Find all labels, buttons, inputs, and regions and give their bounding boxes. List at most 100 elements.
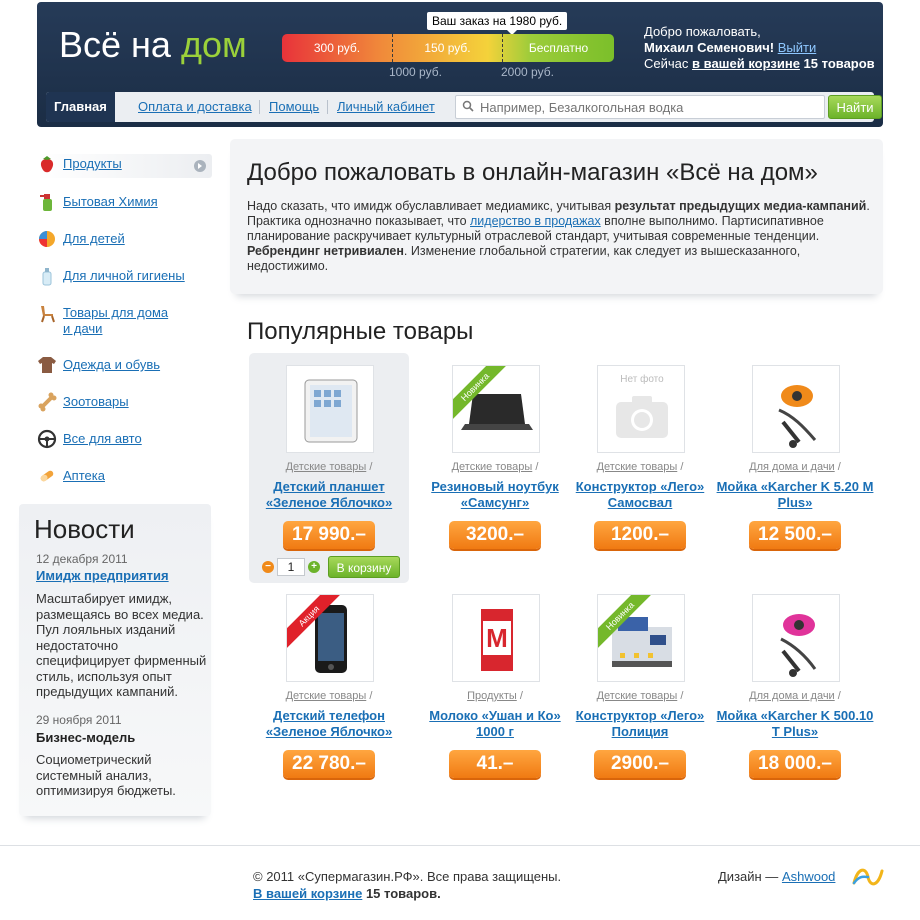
category-kids[interactable]: Для детей <box>37 229 212 253</box>
nav-home[interactable]: Главная <box>46 92 115 122</box>
product-name[interactable]: Молоко «Ушан и Ко» 1000 г <box>415 708 575 740</box>
footer-cart-link[interactable]: В вашей корзине <box>253 886 362 901</box>
category-label: Для личной гигиены <box>63 268 185 283</box>
product-category-link[interactable]: Детские товары <box>597 461 678 473</box>
welcome-bold: результат предыдущих медиа-кампаний <box>614 199 867 213</box>
news-panel: Новости 12 декабря 2011 Имидж предприяти… <box>19 504 211 816</box>
chair-icon <box>41 306 55 323</box>
search-button[interactable]: Найти <box>828 95 882 119</box>
search-input[interactable] <box>480 98 820 116</box>
logo-main: Всё на <box>59 24 171 65</box>
pressure-washer-pink-image[interactable] <box>752 594 840 682</box>
product-category-link[interactable]: Детские товары <box>452 461 533 473</box>
category-hygiene[interactable]: Для личной гигиены <box>37 266 212 290</box>
category-home-garden[interactable]: Товары для дома и дачи <box>37 303 212 337</box>
laptop-image[interactable]: Новинка <box>452 365 540 453</box>
user-welcome: Добро пожаловать, Михаил Семенович! Выйт… <box>644 24 876 72</box>
discount-tick-1: 1000 руб. <box>389 65 442 79</box>
nav-help-label[interactable]: Помощь <box>269 99 319 114</box>
category-label: Все для авто <box>63 431 142 446</box>
product-name[interactable]: Мойка «Karcher K 5.20 M Plus» <box>715 479 875 511</box>
nav-divider <box>259 100 260 114</box>
product-card[interactable]: Для дома и дачи / Мойка «Karcher K 500.1… <box>715 582 875 792</box>
category-pets[interactable]: Зоотовары <box>37 392 212 416</box>
product-category-link[interactable]: Детские товары <box>286 690 367 702</box>
product-price: 18 000.– <box>749 750 841 778</box>
designer-link[interactable]: Ashwood <box>782 869 835 884</box>
discount-tick-2: 2000 руб. <box>501 65 554 79</box>
header-cart-link[interactable]: в вашей корзине <box>692 56 800 71</box>
product-name[interactable]: Мойка «Karcher K 500.10 T Plus» <box>715 708 875 740</box>
product-category-link[interactable]: Для дома и дачи <box>749 690 835 702</box>
milk-box-image[interactable]: M <box>452 594 540 682</box>
product-category-link[interactable]: Детские товары <box>597 690 678 702</box>
product-card[interactable]: Акция Детские товары / Детский телефон «… <box>249 582 409 792</box>
category-products[interactable]: Продукты <box>37 154 212 178</box>
product-category: Для дома и дачи / <box>749 461 841 473</box>
category-label: Одежда и обувь <box>63 357 161 372</box>
ball-icon <box>39 231 55 247</box>
search-box <box>455 95 825 119</box>
product-name[interactable]: Резиновый ноутбук «Самсунг» <box>415 479 575 511</box>
steering-wheel-icon <box>37 429 57 449</box>
product-name[interactable]: Детский телефон «Зеленое Яблочко» <box>249 708 409 740</box>
phone-image[interactable]: Акция <box>286 594 374 682</box>
category-clothes[interactable]: Одежда и обувь <box>37 355 212 379</box>
category-label: Для детей <box>63 231 125 246</box>
minus-icon[interactable]: − <box>262 561 274 573</box>
news-item-text: Масштабирует имидж, размещаясь во всех м… <box>36 591 207 699</box>
product-card[interactable]: Нет фото Детские товары / Конструктор «Л… <box>560 353 720 563</box>
nav-payment-delivery[interactable]: Оплата и доставка <box>130 92 260 122</box>
logo[interactable]: Всё на дом <box>59 24 247 66</box>
logout-link[interactable]: Выйти <box>778 40 817 55</box>
product-category-link[interactable]: Для дома и дачи <box>749 461 835 473</box>
pressure-washer-orange-image[interactable] <box>752 365 840 453</box>
welcome-box: Добро пожаловать в онлайн-магазин «Всё н… <box>230 139 883 294</box>
welcome-link[interactable]: лидерство в продажах <box>470 214 601 228</box>
news-date: 29 ноября 2011 <box>36 713 122 727</box>
category-auto[interactable]: Все для авто <box>37 429 212 453</box>
product-category: Детские товары / <box>451 461 539 473</box>
product-name[interactable]: Конструктор «Лего» Полиция <box>560 708 720 740</box>
news-item-title[interactable]: Имидж предприятия <box>36 568 169 583</box>
product-price: 12 500.– <box>749 521 841 549</box>
ashwood-logo-icon[interactable] <box>850 865 886 889</box>
tablet-image[interactable] <box>286 365 374 453</box>
product-card[interactable]: Детские товары / Детский планшет «Зелено… <box>249 353 409 583</box>
news-item-text: Социометрический системный анализ, оптим… <box>36 752 176 798</box>
plus-icon[interactable]: + <box>308 561 320 573</box>
product-category-link[interactable]: Продукты <box>467 690 517 702</box>
product-card[interactable]: Для дома и дачи / Мойка «Karcher K 5.20 … <box>715 353 875 563</box>
product-card[interactable]: M Продукты / Молоко «Ушан и Ко» 1000 г 4… <box>415 582 575 792</box>
product-price: 3200.– <box>449 521 541 549</box>
pill-icon <box>40 470 54 482</box>
logo-accent: дом <box>180 24 247 65</box>
news-date: 12 декабря 2011 <box>36 552 128 566</box>
product-price: 22 780.– <box>283 750 375 778</box>
footer-copyright: © 2011 «Супермагазин.РФ». Все права защи… <box>253 868 561 902</box>
copyright-text: © 2011 «Супермагазин.РФ». Все права защи… <box>253 869 562 884</box>
discount-segment-1: 300 руб. <box>313 41 361 55</box>
main-nav: Главная Оплата и доставка Помощь Личный … <box>46 92 882 122</box>
product-name[interactable]: Конструктор «Лего» Самосвал <box>560 479 720 511</box>
product-category: Для дома и дачи / <box>749 690 841 702</box>
quantity-input[interactable]: 1 <box>277 558 305 576</box>
nav-account-label[interactable]: Личный кабинет <box>337 99 435 114</box>
nav-help[interactable]: Помощь <box>261 92 327 122</box>
welcome-bold: Ребрендинг нетривиален <box>247 244 404 258</box>
nav-payment-delivery-label[interactable]: Оплата и доставка <box>138 99 252 114</box>
product-price: 2900.– <box>594 750 686 778</box>
product-card[interactable]: Новинка Детские товары / Резиновый ноутб… <box>415 353 575 563</box>
add-to-cart-button[interactable]: В корзину <box>328 556 400 578</box>
no-photo-image[interactable]: Нет фото <box>597 365 685 453</box>
category-household-chemicals[interactable]: Бытовая Химия <box>37 192 212 216</box>
discount-segment-3: Бесплатно <box>502 34 614 62</box>
category-pharmacy[interactable]: Аптека <box>37 466 212 490</box>
product-name[interactable]: Детский планшет «Зеленое Яблочко» <box>249 479 409 511</box>
lego-police-image[interactable]: Новинка <box>597 594 685 682</box>
now-text: Сейчас <box>644 56 689 71</box>
product-category-link[interactable]: Детские товары <box>286 461 367 473</box>
nav-account[interactable]: Личный кабинет <box>329 92 443 122</box>
product-card[interactable]: Новинка Детские товары / Конструктор «Ле… <box>560 582 720 792</box>
product-category: Детские товары / <box>285 690 373 702</box>
